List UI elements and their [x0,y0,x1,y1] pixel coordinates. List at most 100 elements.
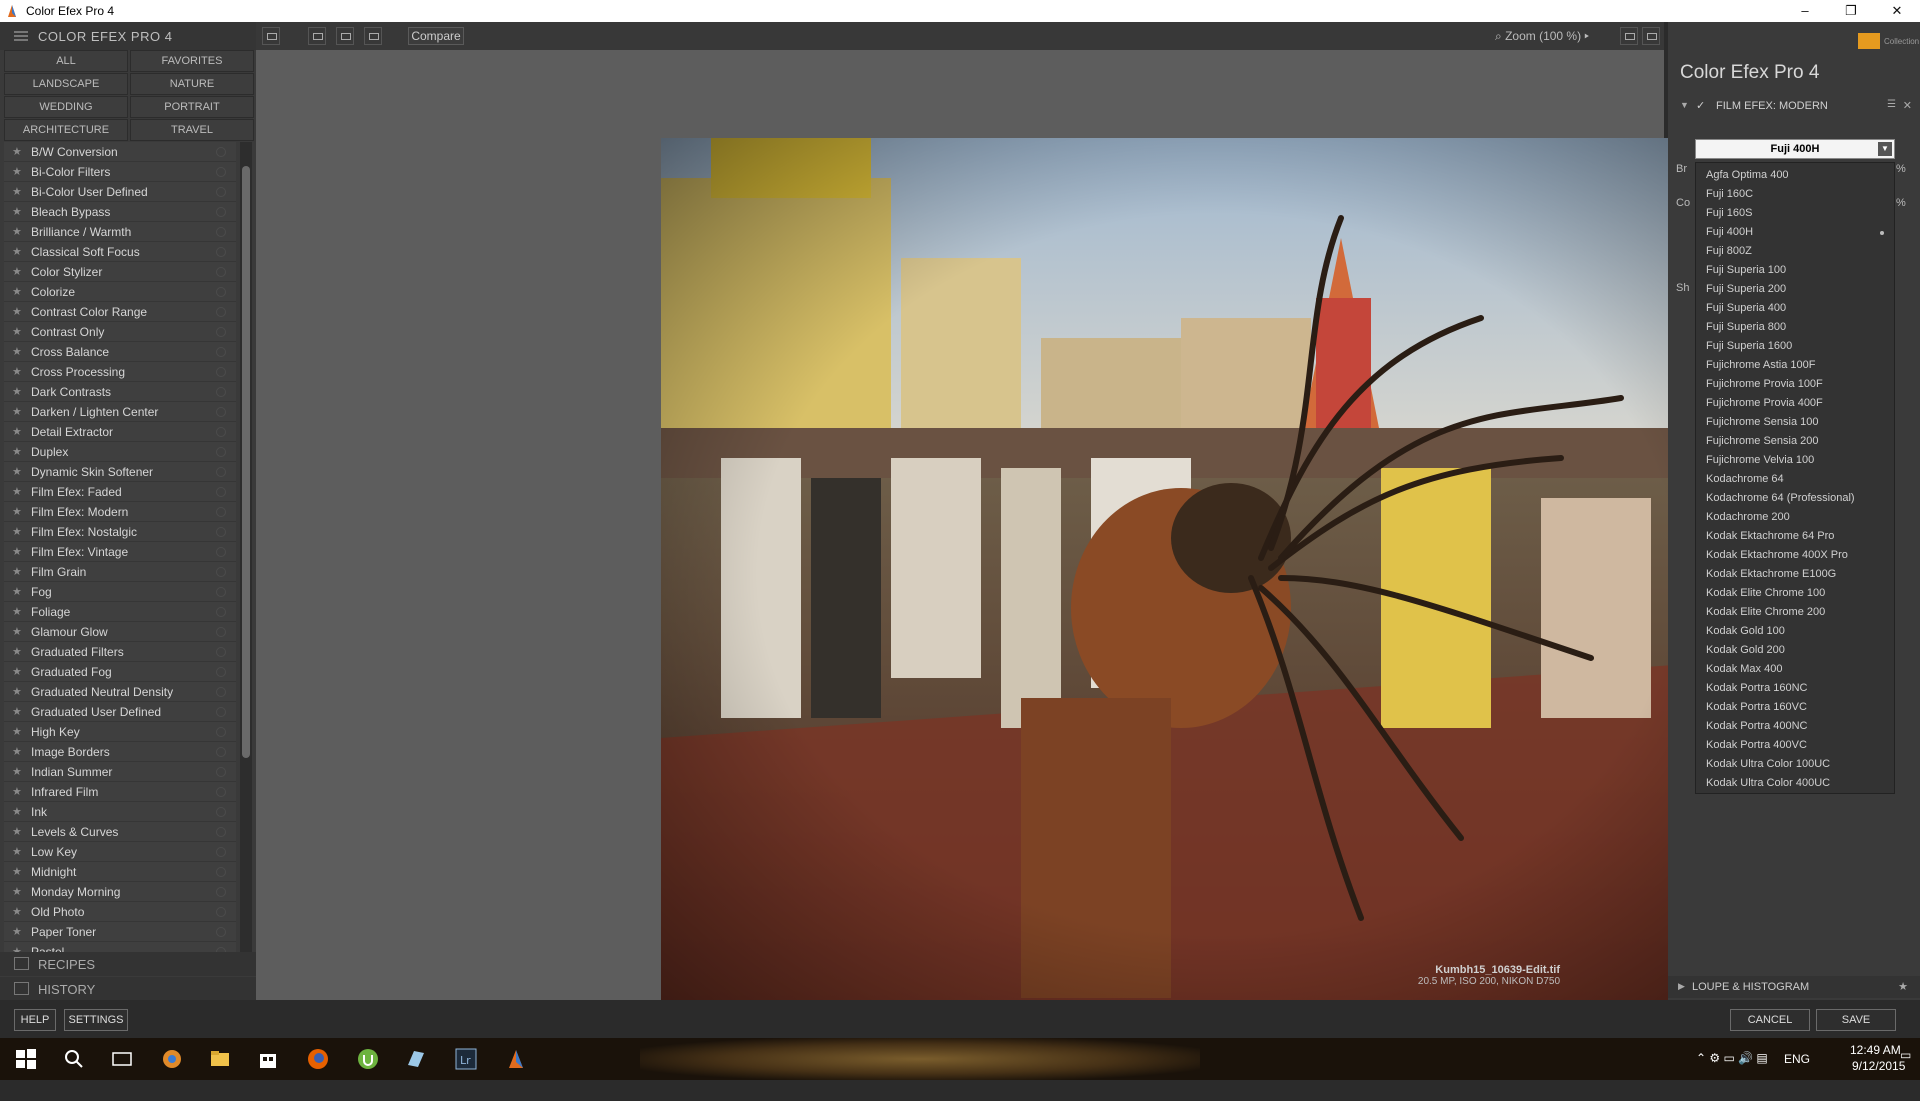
favorite-star-icon[interactable]: ★ [12,525,22,538]
add-filter-icon[interactable] [216,327,226,337]
favorite-star-icon[interactable]: ★ [12,605,22,618]
add-filter-icon[interactable] [216,207,226,217]
film-type-option[interactable]: Kodak Elite Chrome 200 [1696,603,1894,622]
favorite-star-icon[interactable]: ★ [12,845,22,858]
filter-list-item[interactable]: ★ Old Photo [4,902,236,922]
windows-start-icon[interactable] [14,1047,38,1071]
add-filter-icon[interactable] [216,827,226,837]
filter-list-item[interactable]: ★ Film Grain [4,562,236,582]
filter-list-item[interactable]: ★ Brilliance / Warmth [4,222,236,242]
filter-list-item[interactable]: ★ Ink [4,802,236,822]
split-view-icon[interactable] [336,27,354,45]
favorite-star-icon[interactable]: ★ [12,365,22,378]
notifications-icon[interactable]: ▭ [1900,1048,1911,1090]
film-type-dropdown[interactable]: Fuji 400H ▼ [1695,139,1895,159]
filter-list-item[interactable]: ★ Cross Balance [4,342,236,362]
add-filter-icon[interactable] [216,447,226,457]
filter-list-item[interactable]: ★ Monday Morning [4,882,236,902]
add-filter-icon[interactable] [216,627,226,637]
restore-button[interactable]: ❐ [1828,0,1874,22]
add-filter-icon[interactable] [216,407,226,417]
add-filter-icon[interactable] [216,607,226,617]
favorite-star-icon[interactable]: ★ [12,905,22,918]
favorite-star-icon[interactable]: ★ [12,405,22,418]
compare-button[interactable]: Compare [408,27,464,45]
help-button[interactable]: HELP [14,1009,56,1031]
film-type-option[interactable]: Kodak Ultra Color 100UC [1696,755,1894,774]
add-filter-icon[interactable] [216,787,226,797]
preview-photo[interactable] [661,138,1771,1010]
favorite-star-icon[interactable]: ★ [12,485,22,498]
film-type-option[interactable]: Kodak Ektachrome 64 Pro [1696,527,1894,546]
collapse-arrow-icon[interactable]: ▼ [1680,100,1689,110]
filter-list-item[interactable]: ★ Cross Processing [4,362,236,382]
filter-list-item[interactable]: ★ Graduated Filters [4,642,236,662]
add-filter-icon[interactable] [216,227,226,237]
pin-icon[interactable]: ★ [1898,980,1908,993]
favorite-star-icon[interactable]: ★ [12,185,22,198]
add-filter-icon[interactable] [216,907,226,917]
filter-list-item[interactable]: ★ Graduated Neutral Density [4,682,236,702]
filter-list-item[interactable]: ★ Bleach Bypass [4,202,236,222]
favorite-star-icon[interactable]: ★ [12,425,22,438]
add-filter-icon[interactable] [216,267,226,277]
favorite-star-icon[interactable]: ★ [12,725,22,738]
filter-list-item[interactable]: ★ Midnight [4,862,236,882]
film-type-option[interactable]: Kodak Portra 160VC [1696,698,1894,717]
filter-list-scrollbar[interactable] [240,142,252,976]
favorite-star-icon[interactable]: ★ [12,325,22,338]
store-icon[interactable] [256,1047,280,1071]
add-filter-icon[interactable] [216,147,226,157]
filter-enabled-checkbox[interactable]: ✓ [1696,99,1705,112]
filter-list-item[interactable]: ★ Bi-Color Filters [4,162,236,182]
favorite-star-icon[interactable]: ★ [12,925,22,938]
filter-list-item[interactable]: ★ Graduated Fog [4,662,236,682]
add-filter-icon[interactable] [216,887,226,897]
favorite-star-icon[interactable]: ★ [12,745,22,758]
add-filter-icon[interactable] [216,307,226,317]
filter-list-item[interactable]: ★ Film Efex: Vintage [4,542,236,562]
film-type-option[interactable]: Fujichrome Velvia 100 [1696,451,1894,470]
favorite-star-icon[interactable]: ★ [12,145,22,158]
film-type-option[interactable]: Fujichrome Astia 100F [1696,356,1894,375]
add-filter-icon[interactable] [216,367,226,377]
filter-list-item[interactable]: ★ B/W Conversion [4,142,236,162]
film-type-option[interactable]: Fuji Superia 1600 [1696,337,1894,356]
add-filter-icon[interactable] [216,507,226,517]
expand-arrow-icon[interactable]: ▶ [1678,981,1685,992]
filter-list-item[interactable]: ★ Film Efex: Faded [4,482,236,502]
favorite-star-icon[interactable]: ★ [12,265,22,278]
favorite-star-icon[interactable]: ★ [12,205,22,218]
add-filter-icon[interactable] [216,387,226,397]
favorite-star-icon[interactable]: ★ [12,885,22,898]
film-type-option[interactable]: Fuji Superia 800 [1696,318,1894,337]
favorite-star-icon[interactable]: ★ [12,245,22,258]
add-filter-icon[interactable] [216,167,226,177]
tab-favorites[interactable]: FAVORITES [130,50,254,72]
film-type-option[interactable]: Fuji 160S [1696,204,1894,223]
utorrent-icon[interactable] [356,1047,380,1071]
film-type-option[interactable]: Fuji Superia 400 [1696,299,1894,318]
filter-list-item[interactable]: ★ Dynamic Skin Softener [4,462,236,482]
clock-date[interactable]: 9/12/2015 [1852,1059,1905,1101]
favorite-star-icon[interactable]: ★ [12,825,22,838]
filter-list-item[interactable]: ★ Bi-Color User Defined [4,182,236,202]
tab-travel[interactable]: TRAVEL [130,119,254,141]
filter-list-item[interactable]: ★ Infrared Film [4,782,236,802]
favorite-star-icon[interactable]: ★ [12,165,22,178]
film-type-option[interactable]: Kodachrome 200 [1696,508,1894,527]
tab-architecture[interactable]: ARCHITECTURE [4,119,128,141]
add-filter-icon[interactable] [216,767,226,777]
color-efex-taskbar-icon[interactable] [504,1047,528,1071]
film-type-option[interactable]: Fujichrome Sensia 100 [1696,413,1894,432]
film-type-option[interactable]: Fujichrome Provia 100F [1696,375,1894,394]
language-indicator[interactable]: ENG [1784,1052,1810,1094]
film-type-option[interactable]: Fuji 160C [1696,185,1894,204]
filter-list-item[interactable]: ★ Film Efex: Nostalgic [4,522,236,542]
system-tray-icons[interactable]: ⌃ ⚙ ▭ 🔊 ▤ [1696,1051,1768,1093]
filter-list-item[interactable]: ★ Classical Soft Focus [4,242,236,262]
add-filter-icon[interactable] [216,427,226,437]
filter-list-item[interactable]: ★ Darken / Lighten Center [4,402,236,422]
film-type-option[interactable]: Kodak Gold 100 [1696,622,1894,641]
film-type-option[interactable]: Kodak Elite Chrome 100 [1696,584,1894,603]
